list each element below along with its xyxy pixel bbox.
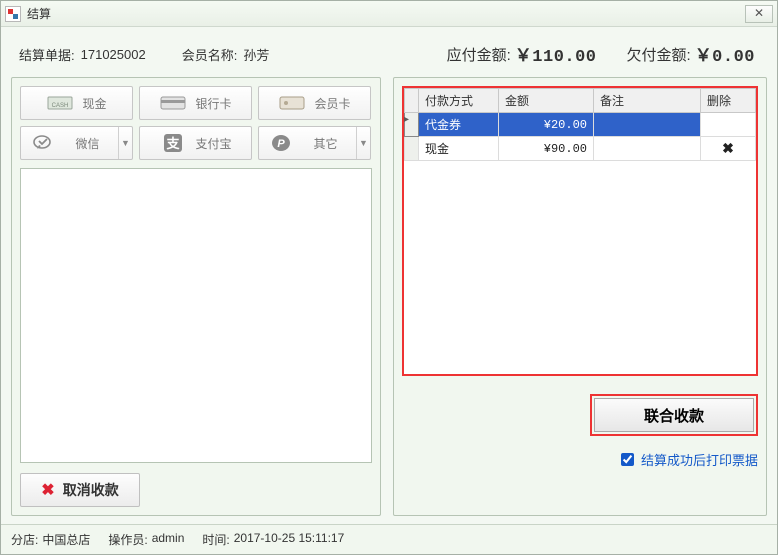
wechat-button[interactable]: 微信 ▼ <box>20 126 133 160</box>
cell-method[interactable]: 代金券 <box>419 113 499 137</box>
print-option[interactable]: 结算成功后打印票据 <box>402 450 758 469</box>
membercard-button[interactable]: 会员卡 <box>258 86 371 120</box>
due-label: 应付金额: <box>447 44 511 65</box>
col-delete[interactable]: 删除 <box>701 89 756 113</box>
print-label: 结算成功后打印票据 <box>641 450 758 469</box>
settlement-window: 结算 ✕ 结算单据: 171025002 会员名称: 孙芳 应付金额: ￥110… <box>0 0 778 555</box>
cancel-label: 取消收款 <box>63 480 119 500</box>
alipay-icon: 支 <box>159 133 187 153</box>
header-row: 结算单据: 171025002 会员名称: 孙芳 应付金额: ￥110.00 欠… <box>11 37 767 77</box>
chevron-down-icon[interactable]: ▼ <box>118 127 132 159</box>
cash-button[interactable]: CASH 现金 <box>20 86 133 120</box>
submit-highlight: 联合收款 <box>590 394 758 436</box>
titlebar: 结算 ✕ <box>1 1 777 27</box>
window-title: 结算 <box>27 5 51 22</box>
cell-note[interactable] <box>594 137 701 161</box>
chevron-down-icon[interactable]: ▼ <box>356 127 370 159</box>
other-button[interactable]: P 其它 ▼ <box>258 126 371 160</box>
time-value: 2017-10-25 15:11:17 <box>234 531 345 548</box>
svg-text:支: 支 <box>166 136 181 151</box>
member-label: 会员名称: <box>182 45 238 64</box>
wechat-label: 微信 <box>65 135 110 152</box>
table-row[interactable]: 现金 ¥90.00 ✖ <box>405 137 756 161</box>
svg-text:P: P <box>277 138 285 150</box>
bankcard-button[interactable]: 银行卡 <box>139 86 252 120</box>
cash-label: 现金 <box>82 95 106 112</box>
bankcard-label: 银行卡 <box>195 95 231 112</box>
app-icon <box>5 6 21 22</box>
branch-value: 中国总店 <box>42 531 90 548</box>
operator-label: 操作员: <box>108 531 147 548</box>
due-value: ￥110.00 <box>515 41 597 67</box>
left-panel: CASH 现金 银行卡 会员卡 <box>11 77 381 516</box>
cash-icon: CASH <box>46 93 74 113</box>
col-note[interactable]: 备注 <box>594 89 701 113</box>
branch-label: 分店: <box>11 531 38 548</box>
close-icon: ✖ <box>41 480 54 500</box>
payment-method-buttons: CASH 现金 银行卡 会员卡 <box>20 86 372 160</box>
order-label: 结算单据: <box>19 45 75 64</box>
delete-row-button[interactable]: ✖ <box>701 113 756 137</box>
grid-header-row: 付款方式 金额 备注 删除 <box>405 89 756 113</box>
other-label: 其它 <box>303 135 348 152</box>
col-method[interactable]: 付款方式 <box>419 89 499 113</box>
alipay-button[interactable]: 支 支付宝 <box>139 126 252 160</box>
payments-grid[interactable]: 付款方式 金额 备注 删除 代金券 ¥20.00 <box>402 86 758 376</box>
membercard-icon <box>278 93 306 113</box>
cell-note[interactable] <box>594 113 701 137</box>
left-listbox[interactable] <box>20 168 372 463</box>
other-icon: P <box>267 133 295 153</box>
cell-amount[interactable]: ¥20.00 <box>499 113 594 137</box>
wechat-icon <box>29 133 57 153</box>
right-panel: ▸ <box>393 77 767 516</box>
cell-method[interactable]: 现金 <box>419 137 499 161</box>
owed-value: ￥0.00 <box>695 41 755 67</box>
col-amount[interactable]: 金额 <box>499 89 594 113</box>
print-checkbox[interactable] <box>621 453 634 466</box>
bankcard-icon <box>159 93 187 113</box>
membercard-label: 会员卡 <box>314 95 350 112</box>
combined-payment-button[interactable]: 联合收款 <box>594 398 754 432</box>
owed-label: 欠付金额: <box>627 44 691 65</box>
table-row[interactable]: 代金券 ¥20.00 ✖ <box>405 113 756 137</box>
submit-label: 联合收款 <box>644 405 704 426</box>
close-button[interactable]: ✕ <box>745 5 773 23</box>
svg-text:CASH: CASH <box>52 103 69 109</box>
order-no: 171025002 <box>81 47 146 62</box>
cell-amount[interactable]: ¥90.00 <box>499 137 594 161</box>
time-label: 时间: <box>202 531 229 548</box>
status-bar: 分店: 中国总店 操作员: admin 时间: 2017-10-25 15:11… <box>1 524 777 554</box>
alipay-label: 支付宝 <box>195 135 231 152</box>
delete-row-button[interactable]: ✖ <box>701 137 756 161</box>
member-name: 孙芳 <box>243 45 269 64</box>
operator-value: admin <box>152 531 185 548</box>
cancel-payment-button[interactable]: ✖ 取消收款 <box>20 473 140 507</box>
